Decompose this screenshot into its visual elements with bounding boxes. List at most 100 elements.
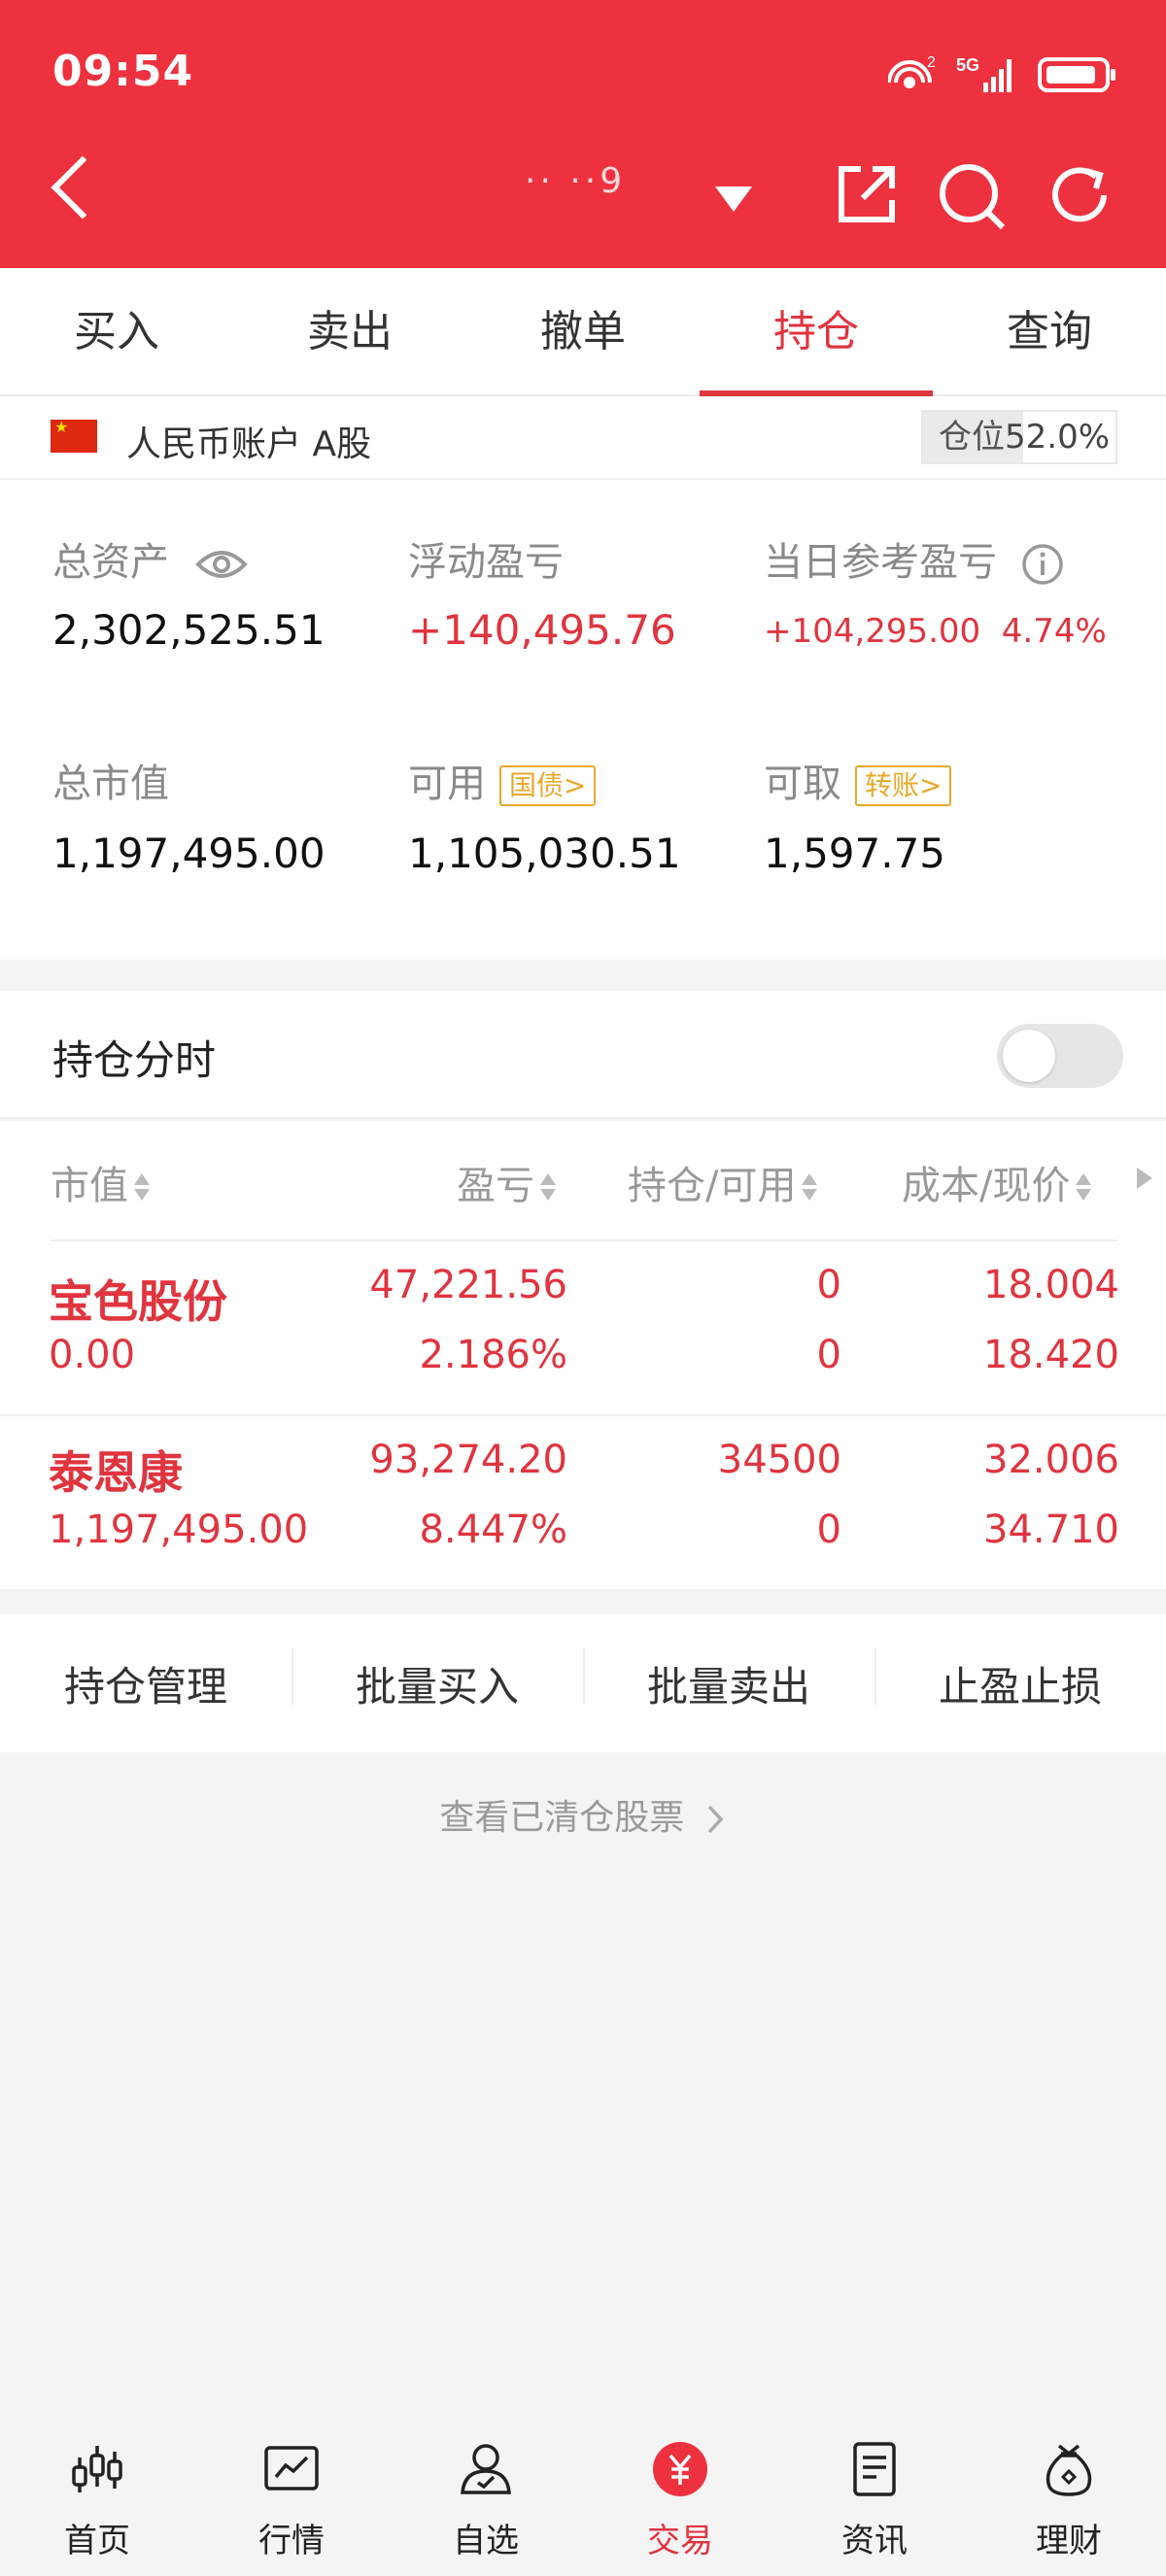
- transfer-button[interactable]: 转账>: [855, 765, 952, 806]
- document-icon: [853, 2442, 896, 2496]
- holdings-table-body: 宝色股份 0.00 47,221.56 2.186% 0 0 18.004 18…: [0, 1241, 1166, 1589]
- account-summary: 人民币账户 A股 仓位52.0% 总资产 2,302,525.51 浮动盈亏 +…: [0, 396, 1166, 960]
- trade-tabs: 买入 卖出 撤单 持仓 查询: [0, 268, 1166, 396]
- signal-icon: 5G: [956, 55, 1012, 92]
- daily-pl-value: +104,295.00: [764, 612, 981, 651]
- nav-wealth[interactable]: 理财: [972, 2426, 1166, 2576]
- holding-intraday-label: 持仓分时: [52, 1036, 217, 1084]
- holding-intraday-row: 持仓分时: [0, 991, 1166, 1119]
- sort-icon: [800, 1171, 819, 1204]
- nav-watchlist[interactable]: 自选: [389, 2426, 583, 2576]
- tab-buy[interactable]: 买入: [0, 268, 233, 394]
- stock-name: 宝色股份: [49, 1275, 227, 1328]
- available-label: 可用: [408, 762, 486, 806]
- svg-text:2: 2: [927, 54, 936, 71]
- daily-pl-values: +104,295.00 4.74%: [764, 612, 1107, 651]
- tab-query[interactable]: 查询: [933, 268, 1166, 394]
- status-time: 09:54: [52, 47, 194, 96]
- stock-holding: 0: [816, 1263, 841, 1307]
- dropdown-icon[interactable]: [715, 186, 752, 212]
- nav-wealth-label: 理财: [1036, 2522, 1102, 2560]
- chevron-right-icon: [707, 1805, 724, 1834]
- stock-market-value: 1,197,495.00: [49, 1508, 309, 1552]
- withdrawable-label-wrap: 可取 转账>: [764, 752, 952, 808]
- scroll-right-icon[interactable]: [1137, 1168, 1152, 1189]
- treasury-bond-button[interactable]: 国债>: [499, 765, 597, 806]
- nav-trade-label: 交易: [647, 2522, 713, 2560]
- search-icon[interactable]: [937, 161, 1007, 231]
- svg-text:5G: 5G: [956, 55, 979, 75]
- column-cost-price-label: 成本/现价: [902, 1164, 1071, 1208]
- account-type-label: 人民币账户 A股: [126, 424, 372, 464]
- cleared-stocks-label: 查看已清仓股票: [439, 1798, 685, 1838]
- tab-sell[interactable]: 卖出: [233, 268, 466, 394]
- column-holding-label: 持仓/可用: [628, 1164, 797, 1208]
- cleared-stocks-link[interactable]: 查看已清仓股票: [0, 1789, 1166, 1840]
- nav-market[interactable]: 行情: [194, 2426, 389, 2576]
- withdrawable-value: 1,597.75: [764, 830, 946, 877]
- holding-management-button[interactable]: 持仓管理: [0, 1654, 292, 1713]
- column-market-value[interactable]: 市值: [51, 1154, 152, 1210]
- nav-watchlist-label: 自选: [453, 2522, 519, 2560]
- candlestick-icon: [72, 2446, 122, 2492]
- position-label: 仓位: [939, 418, 1005, 457]
- toggle-knob: [1003, 1030, 1055, 1082]
- back-button[interactable]: [51, 155, 115, 220]
- chart-icon: [264, 2446, 319, 2491]
- share-icon[interactable]: [834, 161, 900, 227]
- nav-home[interactable]: 首页: [0, 2426, 194, 2576]
- info-icon[interactable]: [1021, 543, 1064, 586]
- account-row: 人民币账户 A股 仓位52.0%: [0, 396, 1166, 480]
- stock-price: 18.420: [983, 1333, 1119, 1377]
- position-ratio-badge: 仓位52.0%: [921, 410, 1117, 464]
- batch-sell-button[interactable]: 批量卖出: [583, 1647, 874, 1713]
- bottom-navigation: 首页 行情 自选 交易 资讯 理财: [0, 2426, 1166, 2576]
- take-profit-stop-loss-button[interactable]: 止盈止损: [874, 1647, 1166, 1713]
- sort-icon: [538, 1171, 558, 1204]
- total-assets-label: 总资产: [52, 540, 169, 585]
- table-row[interactable]: 宝色股份 0.00 47,221.56 2.186% 0 0 18.004 18…: [0, 1241, 1166, 1414]
- column-market-value-label: 市值: [51, 1164, 128, 1208]
- daily-pl-label-wrap: 当日参考盈亏: [764, 530, 1064, 587]
- nav-news[interactable]: 资讯: [777, 2426, 972, 2576]
- stock-cost: 32.006: [983, 1438, 1119, 1482]
- sort-icon: [1074, 1171, 1093, 1204]
- holding-intraday-toggle[interactable]: [997, 1024, 1123, 1088]
- nav-trade[interactable]: 交易: [583, 2426, 777, 2576]
- stock-market-value: 0.00: [49, 1333, 136, 1377]
- money-bag-icon: [1046, 2444, 1092, 2496]
- system-status-icons: 2 5G: [888, 51, 1117, 99]
- withdrawable-label: 可取: [764, 762, 841, 806]
- column-holding[interactable]: 持仓/可用: [628, 1154, 819, 1210]
- stock-name: 泰恩康: [49, 1446, 183, 1499]
- stock-pl-percent: 8.447%: [419, 1508, 567, 1552]
- user-star-icon: [461, 2444, 511, 2494]
- stock-holding: 34500: [717, 1438, 841, 1482]
- table-row[interactable]: 泰恩康 1,197,495.00 93,274.20 8.447% 34500 …: [0, 1414, 1166, 1587]
- yuan-icon: [653, 2442, 707, 2496]
- daily-pl-label: 当日参考盈亏: [764, 540, 997, 585]
- total-assets-label-wrap: 总资产: [52, 530, 248, 587]
- tab-cancel[interactable]: 撤单: [466, 268, 700, 394]
- column-cost-price[interactable]: 成本/现价: [902, 1154, 1093, 1210]
- sort-icon: [132, 1171, 152, 1204]
- battery-icon: [1038, 57, 1115, 92]
- nav-market-label: 行情: [258, 2522, 325, 2560]
- china-flag-icon: [51, 418, 97, 453]
- holdings-table-header: 市值 盈亏 持仓/可用 成本/现价: [0, 1121, 1166, 1241]
- tab-holdings[interactable]: 持仓: [700, 268, 933, 396]
- column-pl[interactable]: 盈亏: [457, 1154, 558, 1210]
- market-value-label: 总市值: [52, 762, 169, 806]
- batch-buy-button[interactable]: 批量买入: [292, 1647, 583, 1713]
- floating-pl-label: 浮动盈亏: [408, 540, 564, 585]
- refresh-icon[interactable]: [1046, 161, 1114, 229]
- position-value: 52.0%: [1005, 418, 1111, 457]
- nav-news-label: 资讯: [841, 2522, 908, 2560]
- stock-available: 0: [816, 1333, 841, 1377]
- daily-pl-percent: 4.74%: [1001, 612, 1107, 651]
- account-selector[interactable]: ·· ··9: [525, 161, 626, 201]
- eye-icon[interactable]: [194, 547, 248, 582]
- stock-pl-percent: 2.186%: [419, 1333, 567, 1377]
- total-assets-value: 2,302,525.51: [52, 606, 326, 654]
- available-label-wrap: 可用 国债>: [408, 752, 597, 808]
